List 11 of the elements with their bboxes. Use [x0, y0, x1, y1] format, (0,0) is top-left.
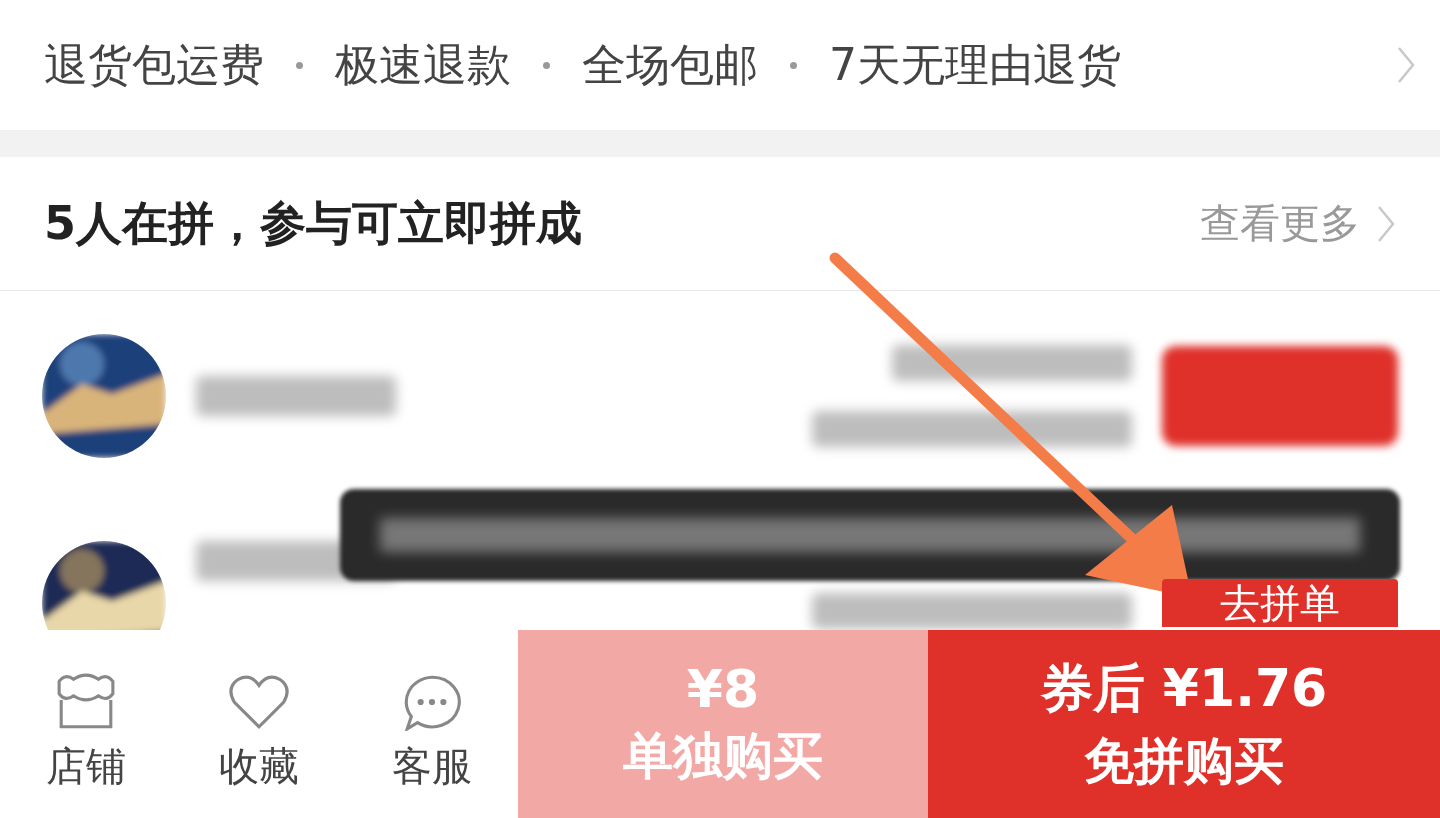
- join-button[interactable]: 去拼单: [1162, 579, 1398, 627]
- customer-service-button[interactable]: 客服: [391, 673, 472, 794]
- favorite-button[interactable]: 收藏: [219, 673, 299, 794]
- service-tag: 7天无理由退货: [829, 35, 1121, 95]
- buy-without-group-button[interactable]: 券后 ¥1.76 免拼购买: [928, 630, 1440, 818]
- section-title: 5人在拼，参与可立即拼成: [44, 194, 583, 252]
- view-more-link[interactable]: 查看更多: [1200, 196, 1360, 251]
- service-tag: 极速退款: [335, 35, 511, 95]
- service-tag: 全场包邮: [582, 35, 758, 95]
- shop-button[interactable]: 店铺: [46, 673, 127, 794]
- service-tag: 退货包运费: [44, 35, 264, 95]
